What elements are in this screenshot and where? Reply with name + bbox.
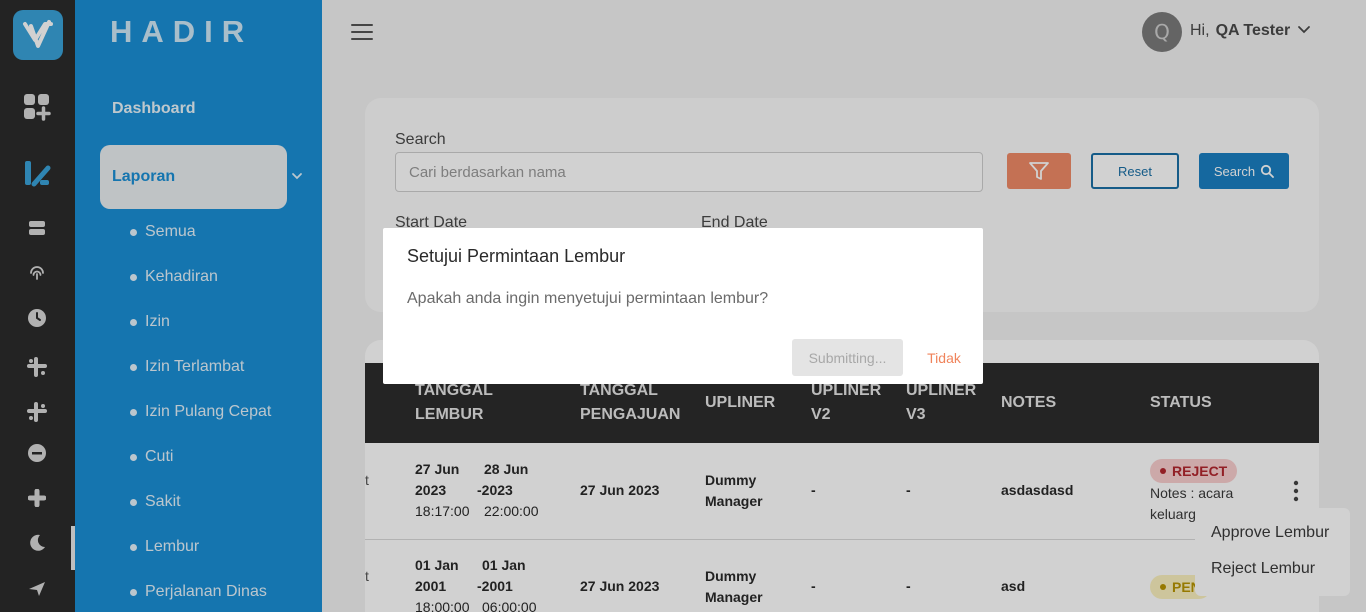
- dialog-message: Apakah anda ingin menyetujui permintaan …: [407, 290, 769, 307]
- confirm-dialog: Setujui Permintaan Lembur Apakah anda in…: [383, 228, 983, 384]
- submitting-button[interactable]: Submitting...: [792, 339, 903, 376]
- dialog-title: Setujui Permintaan Lembur: [407, 246, 626, 266]
- cancel-button[interactable]: Tidak: [917, 339, 971, 376]
